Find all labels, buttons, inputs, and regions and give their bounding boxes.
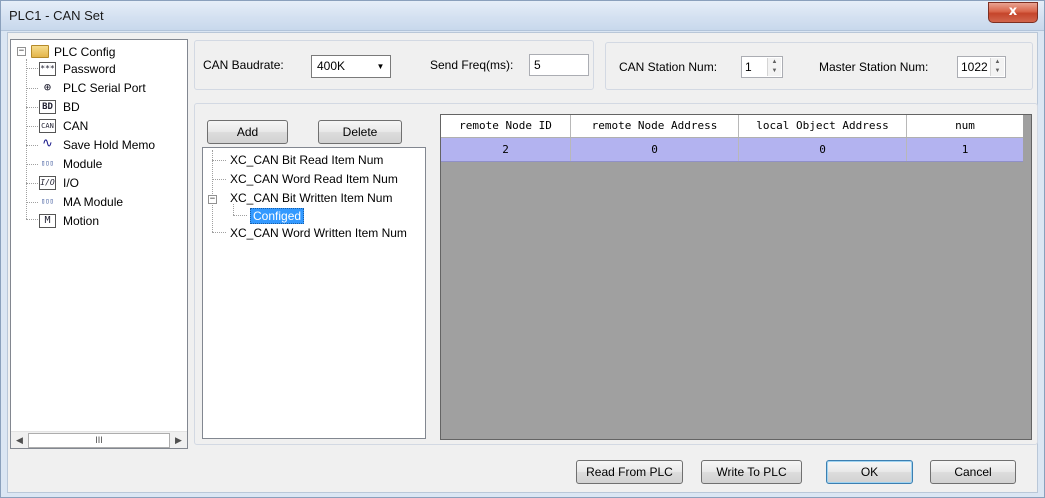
tree-guide-line [26,59,27,219]
send-freq-label: Send Freq(ms): [430,58,514,72]
motion-icon: M [39,214,56,228]
cell-remote-node-address[interactable]: 0 [571,138,739,161]
collapse-icon[interactable]: − [208,195,217,204]
dialog-client-area: − PLC Config *** Password ⊕ PLC Serial P… [7,32,1038,493]
bd-icon: BD [39,100,56,114]
column-header-num[interactable]: num [907,115,1023,137]
column-header-remote-node-id[interactable]: remote Node ID [441,115,571,137]
master-station-value: 1022 [961,60,988,74]
baudrate-select[interactable]: 400K ▼ [311,55,391,78]
read-from-plc-button[interactable]: Read From PLC [576,460,683,484]
chevron-down-icon[interactable]: ▼ [372,57,389,76]
tree-guide-line [212,160,226,161]
spin-up-icon[interactable]: ▲ [991,58,1004,67]
tree-guide-line [26,126,38,127]
can-item-tree: XC_CAN Bit Read Item Num XC_CAN Word Rea… [202,147,426,439]
item-word-written[interactable]: XC_CAN Word Written Item Num [230,225,407,241]
cell-num[interactable]: 1 [907,138,1023,161]
cell-remote-node-id[interactable]: 2 [441,138,571,161]
tree-guide-line [26,202,38,203]
close-button[interactable]: x [988,2,1038,23]
tree-guide-line [26,68,38,69]
tree-guide-line [26,164,38,165]
serial-port-icon: ⊕ [39,81,56,95]
add-button[interactable]: Add [207,120,288,144]
send-freq-input[interactable]: 5 [529,54,589,76]
cancel-button[interactable]: Cancel [930,460,1016,484]
can-icon: CAN [39,119,56,133]
folder-icon [31,45,49,58]
write-to-plc-button[interactable]: Write To PLC [701,460,802,484]
configed-label: Configed [250,208,305,224]
tree-item-label: MA Module [63,195,124,209]
tree-item-label: Save Hold Memo [63,138,156,152]
tree-guide-line [26,219,38,220]
baudrate-value: 400K [317,59,346,73]
tree-guide-line [212,232,226,233]
spin-down-icon[interactable]: ▼ [768,67,781,76]
tree-item-label: I/O [63,176,80,190]
item-configed-selected[interactable]: Configed [250,208,305,224]
window-title: PLC1 - CAN Set [9,8,104,23]
item-word-read[interactable]: XC_CAN Word Read Item Num [230,171,398,187]
station-settings-group: CAN Station Num: 1 ▲ ▼ Master Station Nu… [605,42,1033,90]
stepper-controls[interactable]: ▲ ▼ [767,58,781,76]
station-num-value: 1 [745,60,752,74]
tree-item-label: Motion [63,214,100,228]
delete-button[interactable]: Delete [318,120,402,144]
config-table: remote Node ID remote Node Address local… [440,114,1032,440]
tree-guide-line [26,107,38,108]
config-tree-panel: − PLC Config *** Password ⊕ PLC Serial P… [10,39,188,449]
tree-item-label: Password [63,62,116,76]
item-bit-written[interactable]: XC_CAN Bit Written Item Num [230,190,392,206]
station-num-label: CAN Station Num: [619,60,718,74]
ok-button[interactable]: OK [826,460,913,484]
table-row[interactable]: 2 0 0 1 [441,138,1023,162]
tree-item-label: PLC Serial Port [63,81,146,95]
tree-guide-line [26,183,38,184]
close-icon: x [1008,4,1018,19]
waveform-icon: ∿ [39,137,56,152]
collapse-icon[interactable]: − [17,47,26,56]
tree-guide-line [233,215,247,216]
spin-up-icon[interactable]: ▲ [768,58,781,67]
spin-down-icon[interactable]: ▼ [991,67,1004,76]
can-settings-group: CAN Baudrate: 400K ▼ Send Freq(ms): 5 [194,40,594,90]
can-set-dialog: PLC1 - CAN Set x − PLC Config *** Passwo… [0,0,1045,498]
password-icon: *** [39,62,56,76]
station-num-stepper[interactable]: 1 ▲ ▼ [741,56,783,78]
tree-guide-line [26,88,38,89]
tree-guide-line [26,145,38,146]
cell-local-object-address[interactable]: 0 [739,138,907,161]
scroll-right-icon[interactable]: ▶ [170,432,187,449]
baudrate-label: CAN Baudrate: [203,58,284,72]
tree-root-label: PLC Config [54,45,116,59]
tree-guide-line [212,150,213,232]
item-bit-read[interactable]: XC_CAN Bit Read Item Num [230,152,383,168]
tree-guide-line [212,179,226,180]
io-icon: I/O [39,176,56,190]
module-icon: ▯▯▯ [39,157,56,171]
scroll-left-icon[interactable]: ◀ [11,432,28,449]
column-header-local-object-address[interactable]: local Object Address [739,115,907,137]
tree-horizontal-scrollbar[interactable]: ◀ III ▶ [11,431,187,448]
title-bar: PLC1 - CAN Set x [1,1,1044,31]
column-header-remote-node-address[interactable]: remote Node Address [571,115,739,137]
tree-item-label: CAN [63,119,89,133]
tree-item-label: Module [63,157,103,171]
scroll-thumb[interactable]: III [28,433,170,448]
table-header: remote Node ID remote Node Address local… [441,115,1023,138]
master-station-stepper[interactable]: 1022 ▲ ▼ [957,56,1006,78]
stepper-controls[interactable]: ▲ ▼ [990,58,1004,76]
tree-item-label: BD [63,100,80,114]
master-station-label: Master Station Num: [819,60,929,74]
ma-module-icon: ▯▯▯ [39,195,56,209]
